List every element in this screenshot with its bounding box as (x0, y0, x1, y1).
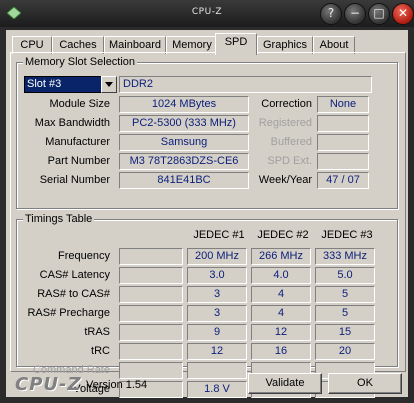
tab-spd[interactable]: SPD (215, 33, 257, 55)
timing-cell-jedec2: 4.0 (251, 267, 311, 284)
buffered-label: Buffered (270, 136, 312, 148)
timing-cell-jedec2: 266 MHz (251, 248, 311, 265)
timing-cell-jedec3: 20 (315, 343, 375, 360)
slot-select[interactable]: Slot #3 (24, 76, 104, 93)
timing-row-label: Frequency (58, 250, 110, 262)
max-bandwidth-label: Max Bandwidth (34, 117, 110, 129)
minimize-icon: − (349, 6, 361, 20)
spd-panel: Memory Slot Selection Slot #3 DDR2 Modul… (10, 52, 406, 398)
timing-cell-jedec3: 5 (315, 305, 375, 322)
module-size-label: Module Size (49, 98, 110, 110)
memory-type-value: DDR2 (119, 76, 372, 93)
timing-cell-jedec2: 4 (251, 286, 311, 303)
column-header-jedec1: JEDEC #1 (193, 229, 245, 241)
timing-row-empty-cell (119, 286, 183, 303)
column-header-jedec3: JEDEC #3 (321, 229, 373, 241)
timing-row-empty-cell (119, 305, 183, 322)
timing-cell-jedec1: 200 MHz (187, 248, 247, 265)
serial-number-value: 841E41BC (119, 172, 249, 189)
spd-ext-value (317, 153, 369, 170)
timing-cell-jedec3: 5 (315, 286, 375, 303)
correction-label: Correction (261, 98, 312, 110)
correction-value: None (317, 96, 369, 113)
minimize-button[interactable]: − (344, 3, 366, 25)
week-year-value: 47 / 07 (317, 172, 369, 189)
registered-value (317, 115, 369, 132)
timing-cell-jedec3: 333 MHz (315, 248, 375, 265)
timing-cell-jedec2: 16 (251, 343, 311, 360)
timing-cell-jedec1: 3 (187, 305, 247, 322)
footer: CPU-Z Version 1.54 Validate OK (6, 370, 408, 397)
manufacturer-value: Samsung (119, 134, 249, 151)
week-year-label: Week/Year (258, 174, 312, 186)
close-icon: ✕ (397, 6, 409, 20)
timings-group: Timings Table JEDEC #1 JEDEC #2 JEDEC #3… (16, 213, 398, 398)
cpuz-logo: CPU-Z (15, 374, 82, 395)
chevron-down-icon[interactable] (101, 76, 117, 93)
validate-button[interactable]: Validate (248, 373, 322, 394)
timing-row-empty-cell (119, 324, 183, 341)
timing-cell-jedec1: 3 (187, 286, 247, 303)
timing-row-label: tRC (91, 345, 110, 357)
column-header-jedec2: JEDEC #2 (257, 229, 309, 241)
memory-slot-legend: Memory Slot Selection (23, 56, 138, 68)
buffered-value (317, 134, 369, 151)
registered-label: Registered (258, 117, 312, 129)
timing-cell-jedec2: 4 (251, 305, 311, 322)
serial-number-label: Serial Number (39, 174, 110, 186)
title-bar[interactable]: CPU-Z ? − □ ✕ (0, 0, 414, 27)
module-size-value: 1024 MBytes (119, 96, 249, 113)
close-button[interactable]: ✕ (392, 3, 414, 25)
timing-cell-jedec1: 12 (187, 343, 247, 360)
timing-cell-jedec2: 12 (251, 324, 311, 341)
timings-legend: Timings Table (23, 213, 95, 225)
memory-slot-group: Memory Slot Selection Slot #3 DDR2 Modul… (16, 56, 398, 209)
part-number-label: Part Number (47, 155, 110, 167)
timing-row-empty-cell (119, 248, 183, 265)
restore-icon: □ (373, 6, 385, 20)
client-area: CPU Caches Mainboard Memory SPD Graphics… (6, 30, 408, 398)
ok-button[interactable]: OK (328, 373, 402, 394)
timing-row-label: tRAS (84, 326, 110, 338)
timing-row-label: RAS# to CAS# (37, 288, 110, 300)
timing-row-empty-cell (119, 267, 183, 284)
timing-row-label: CAS# Latency (39, 269, 110, 281)
timing-row-label: RAS# Precharge (27, 307, 110, 319)
help-button[interactable]: ? (320, 3, 342, 25)
spd-ext-label: SPD Ext. (267, 155, 312, 167)
timing-row-empty-cell (119, 343, 183, 360)
timing-cell-jedec3: 5.0 (315, 267, 375, 284)
restore-button[interactable]: □ (368, 3, 390, 25)
timing-cell-jedec3: 15 (315, 324, 375, 341)
cpuz-window: CPU-Z ? − □ ✕ CPU Caches Mainboard Memor… (0, 0, 414, 403)
timing-cell-jedec1: 9 (187, 324, 247, 341)
version-text: Version 1.54 (86, 379, 148, 391)
timing-cell-jedec1: 3.0 (187, 267, 247, 284)
manufacturer-label: Manufacturer (45, 136, 110, 148)
max-bandwidth-value: PC2-5300 (333 MHz) (119, 115, 249, 132)
help-icon: ? (327, 6, 335, 20)
part-number-value: M3 78T2863DZS-CE6 (119, 153, 249, 170)
